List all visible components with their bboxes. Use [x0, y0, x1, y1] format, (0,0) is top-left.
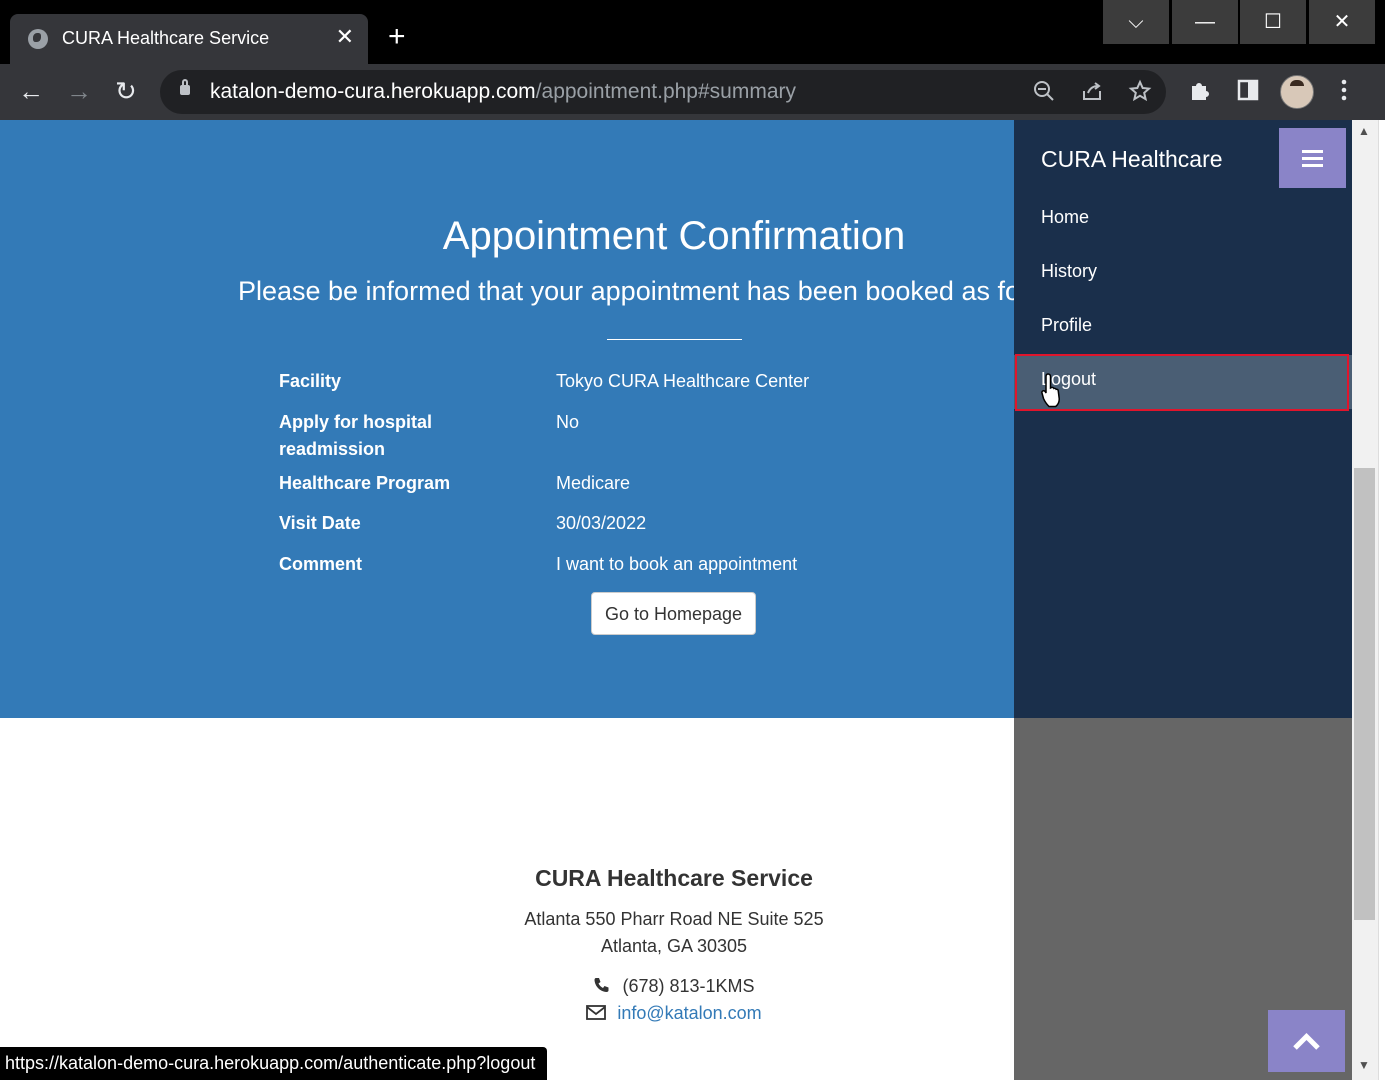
zoom-icon[interactable]: [1032, 79, 1056, 109]
sidebar-item-profile[interactable]: Profile: [1014, 301, 1352, 355]
browser-tab[interactable]: CURA Healthcare Service ✕: [10, 14, 368, 64]
extensions-icon[interactable]: [1188, 78, 1212, 108]
sidebar-item-label: Home: [1041, 207, 1090, 227]
minimize-button[interactable]: —: [1172, 0, 1238, 44]
visit-date-label: Visit Date: [279, 513, 361, 533]
scrollbar-thumb[interactable]: [1354, 468, 1375, 920]
back-to-top-button[interactable]: [1268, 1010, 1345, 1072]
tab-strip: CURA Healthcare Service ✕ + ⌵ — ☐ ✕: [0, 0, 1385, 64]
facility-label: Facility: [279, 371, 342, 391]
url-path: /appointment.php#summary: [535, 80, 796, 103]
back-icon[interactable]: ←: [18, 76, 44, 106]
hamburger-icon: [1302, 150, 1323, 153]
sidebar-item-history[interactable]: History: [1014, 247, 1352, 301]
url-text: katalon-demo-cura.herokuapp.com/appointm…: [210, 80, 796, 104]
sidebar-item-label: Profile: [1041, 315, 1093, 335]
chevron-up-icon: [1293, 1032, 1320, 1050]
tab-search-button[interactable]: ⌵: [1103, 0, 1169, 44]
tab-close-icon[interactable]: ✕: [336, 26, 354, 48]
hand-cursor-icon: [1040, 372, 1066, 417]
new-tab-button[interactable]: +: [388, 22, 406, 52]
sidebar-brand[interactable]: CURA Healthcare: [1041, 146, 1223, 173]
scroll-down-arrow-icon[interactable]: ▼: [1358, 1058, 1370, 1072]
email-link[interactable]: info@katalon.com: [617, 1003, 761, 1023]
program-value: Medicare: [556, 473, 631, 493]
background-window-edge: [1378, 120, 1385, 1080]
sidebar-item-label: History: [1041, 261, 1098, 281]
scroll-up-arrow-icon[interactable]: ▲: [1358, 124, 1370, 138]
readmission-label: Apply for hospital readmission: [279, 412, 432, 459]
side-panel-icon[interactable]: [1236, 78, 1260, 108]
menu-kebab-icon[interactable]: [1334, 78, 1354, 108]
forward-icon[interactable]: →: [66, 76, 92, 106]
comment-value: I want to book an appointment: [556, 554, 798, 574]
hamburger-icon: [1302, 164, 1323, 167]
readmission-value: No: [556, 412, 580, 432]
tab-title: CURA Healthcare Service: [62, 28, 270, 48]
phone-number: (678) 813-1KMS: [622, 976, 755, 996]
window-close-button[interactable]: ✕: [1309, 0, 1375, 44]
star-icon[interactable]: [1128, 79, 1152, 109]
reload-icon[interactable]: ↻: [115, 76, 137, 106]
sidebar-menu: CURA Healthcare Home History Profile Log…: [1014, 120, 1352, 718]
url-host: katalon-demo-cura.herokuapp.com: [210, 80, 536, 103]
divider: [607, 339, 742, 340]
hamburger-icon: [1302, 157, 1323, 160]
browser-toolbar: ← → ↻ katalon-demo-cura.herokuapp.com/ap…: [0, 64, 1385, 120]
lock-icon[interactable]: [180, 79, 190, 95]
sidebar-item-home[interactable]: Home: [1014, 193, 1352, 247]
phone-icon: [593, 976, 622, 996]
profile-avatar[interactable]: [1280, 75, 1314, 109]
status-bar-url: https://katalon-demo-cura.herokuapp.com/…: [0, 1047, 548, 1080]
comment-label: Comment: [279, 554, 363, 574]
address-bar[interactable]: katalon-demo-cura.herokuapp.com/appointm…: [160, 70, 1166, 114]
globe-icon: [28, 29, 48, 49]
browser-chrome: CURA Healthcare Service ✕ + ⌵ — ☐ ✕ ← → …: [0, 0, 1385, 120]
facility-value: Tokyo CURA Healthcare Center: [556, 371, 810, 391]
share-icon[interactable]: [1080, 79, 1104, 109]
envelope-icon: [586, 1003, 617, 1023]
go-to-homepage-button[interactable]: Go to Homepage: [591, 592, 756, 635]
maximize-button[interactable]: ☐: [1240, 0, 1306, 44]
program-label: Healthcare Program: [279, 473, 451, 493]
visit-date-value: 30/03/2022: [556, 513, 647, 533]
menu-toggle-button[interactable]: [1279, 128, 1346, 188]
